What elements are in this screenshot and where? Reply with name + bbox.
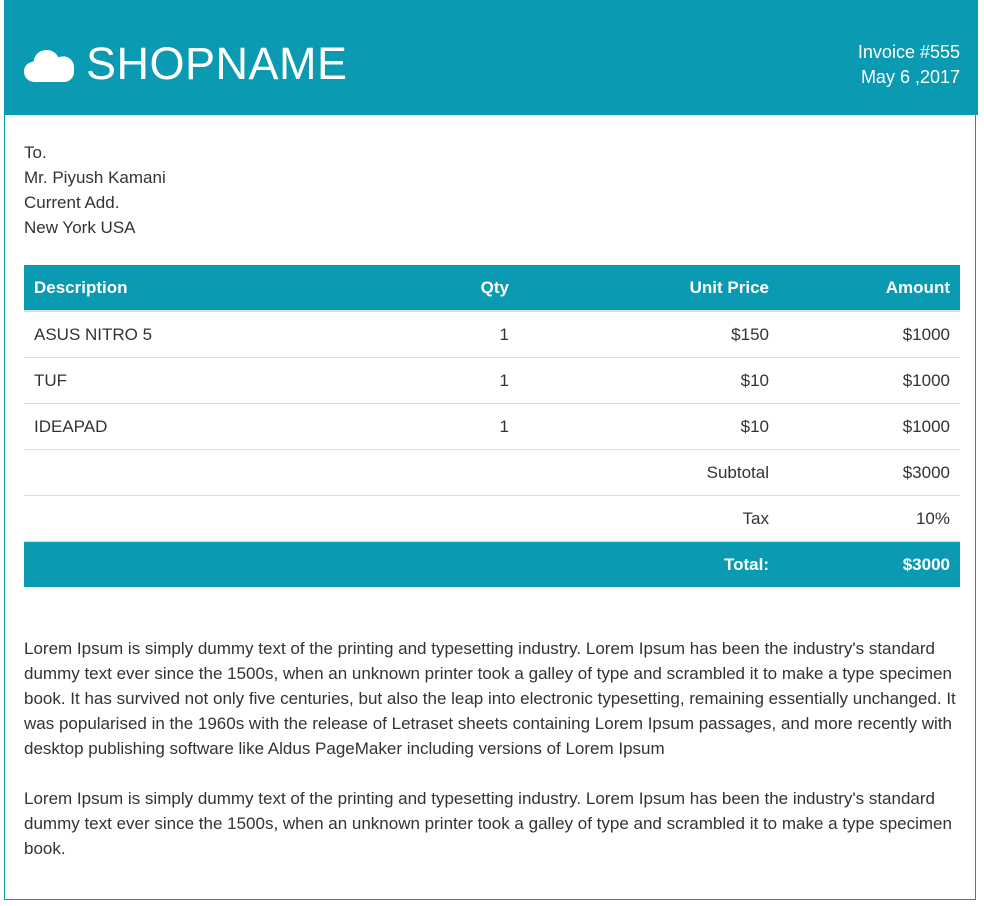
total-row: Total: $3000 [24, 541, 960, 587]
table-row: TUF 1 $10 $1000 [24, 357, 960, 404]
subtotal-label: Subtotal [519, 449, 779, 496]
total-value: $3000 [779, 541, 960, 587]
item-qty: 1 [364, 403, 519, 450]
tax-row: Tax 10% [24, 495, 960, 542]
invoice-meta: Invoice #555 May 6 ,2017 [858, 40, 960, 90]
recipient-city: New York USA [24, 218, 136, 237]
column-header-qty: Qty [364, 265, 519, 312]
item-qty: 1 [364, 357, 519, 404]
item-unit-price: $10 [519, 403, 779, 450]
total-label: Total: [519, 541, 779, 587]
item-description: TUF [24, 357, 364, 404]
item-amount: $1000 [779, 311, 960, 358]
item-description: ASUS NITRO 5 [24, 311, 364, 358]
item-unit-price: $10 [519, 357, 779, 404]
subtotal-value: $3000 [779, 449, 960, 496]
notes-paragraph: Lorem Ipsum is simply dummy text of the … [24, 639, 956, 758]
shop-name: SHOPNAME [86, 38, 348, 89]
invoice-notes: Lorem Ipsum is simply dummy text of the … [24, 636, 964, 886]
table-row: ASUS NITRO 5 1 $150 $1000 [24, 311, 960, 358]
column-header-description: Description [24, 265, 364, 312]
cloud-icon [24, 50, 74, 82]
recipient-address-line: Current Add. [24, 193, 120, 212]
line-items-table: Description Qty Unit Price Amount ASUS N… [24, 265, 960, 587]
notes-paragraph: Lorem Ipsum is simply dummy text of the … [24, 789, 952, 858]
invoice-header: SHOPNAME Invoice #555 May 6 ,2017 [5, 0, 978, 115]
item-unit-price: $150 [519, 311, 779, 358]
table-row: IDEAPAD 1 $10 $1000 [24, 403, 960, 450]
tax-label: Tax [519, 495, 779, 542]
item-qty: 1 [364, 311, 519, 358]
invoice-number: Invoice #555 [857, 42, 960, 62]
tax-value: 10% [779, 495, 960, 542]
recipient-address: To. Mr. Piyush Kamani Current Add. New Y… [24, 140, 166, 240]
item-amount: $1000 [779, 357, 960, 404]
subtotal-row: Subtotal $3000 [24, 449, 960, 496]
item-amount: $1000 [779, 403, 960, 450]
recipient-to-label: To. [24, 143, 47, 162]
brand: SHOPNAME [24, 40, 348, 88]
column-header-amount: Amount [779, 265, 960, 312]
invoice: SHOPNAME Invoice #555 May 6 ,2017 To. Mr… [4, 0, 978, 900]
invoice-date: May 6 ,2017 [860, 67, 960, 87]
recipient-name: Mr. Piyush Kamani [24, 168, 166, 187]
column-header-unit-price: Unit Price [519, 265, 779, 312]
table-header-row: Description Qty Unit Price Amount [24, 265, 960, 312]
item-description: IDEAPAD [24, 403, 364, 450]
